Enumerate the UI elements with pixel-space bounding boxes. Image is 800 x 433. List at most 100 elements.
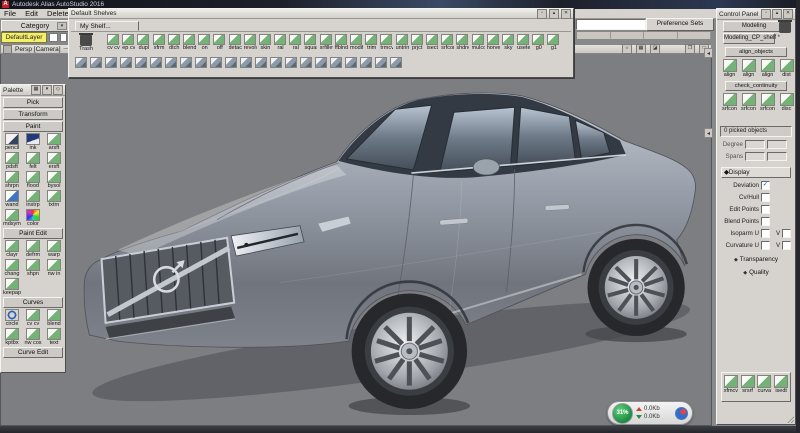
shelf-tool[interactable]: on xyxy=(198,34,211,51)
shelf-tool[interactable]: xfrm xyxy=(153,34,166,51)
spans-field-u[interactable] xyxy=(745,152,765,161)
palette-tool[interactable]: keepap xyxy=(3,278,21,296)
network-monitor-widget[interactable]: 31% 0.0Kb 0.0Kb xyxy=(607,401,693,425)
panel-collapse-arrow-icon[interactable]: ◂ xyxy=(704,48,713,58)
shelf-tool[interactable]: blend xyxy=(183,34,196,51)
shelf-close-icon[interactable]: ✕ xyxy=(561,9,571,19)
default-layer-chip[interactable]: DefaultLayer xyxy=(1,32,47,43)
palette-tool[interactable]: pencil xyxy=(3,133,21,151)
shelf-tool[interactable] xyxy=(390,57,402,68)
viewport-3d[interactable] xyxy=(0,44,712,426)
control-panel-collapse-icon[interactable]: ▴ xyxy=(772,9,782,19)
cp-tool[interactable]: align xyxy=(721,59,738,78)
palette-tool[interactable]: bysol xyxy=(45,171,63,189)
checkbox[interactable] xyxy=(761,229,770,238)
shelf-tool[interactable] xyxy=(165,57,177,68)
palette-tool[interactable]: defrm xyxy=(24,240,42,258)
check-continuity-tab[interactable]: check_continuity xyxy=(725,81,787,91)
shelf-tool[interactable] xyxy=(270,57,282,68)
shelf-tool[interactable] xyxy=(345,57,357,68)
control-panel-minimize-icon[interactable]: ▫ xyxy=(761,9,771,19)
shelf-tool[interactable] xyxy=(195,57,207,68)
degree-field-u[interactable] xyxy=(745,140,765,149)
shelf-tool[interactable] xyxy=(90,57,102,68)
palette-tab-pick[interactable]: Pick xyxy=(3,97,63,108)
resize-grip[interactable] xyxy=(787,416,794,423)
menu-item[interactable]: Delete xyxy=(47,9,69,18)
shelf-tool[interactable]: square xyxy=(304,34,317,51)
viewport-menu-icon[interactable] xyxy=(3,45,12,54)
shelf-tool[interactable] xyxy=(330,57,342,68)
shelf-tool[interactable] xyxy=(120,57,132,68)
palette-tool[interactable]: ersft xyxy=(45,152,63,170)
shelf-tool[interactable] xyxy=(75,57,87,68)
layer-visibility-checkbox[interactable] xyxy=(49,33,58,42)
picked-objects-bar[interactable]: 0 picked objects xyxy=(720,126,792,137)
shelf-tool[interactable]: untrim xyxy=(396,34,409,51)
cp-tool[interactable]: srsrf xyxy=(740,375,756,401)
control-panel-trash[interactable] xyxy=(778,22,792,36)
shelf-tool[interactable] xyxy=(105,57,117,68)
control-panel-close-icon[interactable]: ✕ xyxy=(783,9,793,19)
viewport-shade-icon[interactable]: ◪ xyxy=(650,44,660,54)
shelf-title-bar[interactable]: Default Shelves ▫ ▴ ✕ xyxy=(69,9,573,19)
cp-tool[interactable]: align xyxy=(740,59,757,78)
palette-tab-paint[interactable]: Paint xyxy=(3,121,63,132)
shelf-tool[interactable]: srfillet xyxy=(320,34,333,51)
palette-tool[interactable]: nw in xyxy=(45,259,63,277)
palette-tool[interactable]: nw cos xyxy=(24,328,42,346)
shelf-tool[interactable] xyxy=(240,57,252,68)
shelf-tool[interactable]: ep cv xyxy=(122,34,135,51)
palette-pin-icon[interactable]: ◇ xyxy=(53,85,63,95)
cp-tool[interactable]: srfcon xyxy=(721,93,738,112)
display-extra-item[interactable]: ◆Transparency xyxy=(717,256,795,263)
shelf-tool[interactable]: srfcon xyxy=(441,34,454,51)
shelf-tool[interactable] xyxy=(225,57,237,68)
palette-tool[interactable]: color xyxy=(24,209,42,227)
control-panel-menu-shelf[interactable]: Modeling_CP_shelf * xyxy=(723,33,775,44)
shelf-tool[interactable] xyxy=(285,57,297,68)
cp-tool[interactable]: srfcon xyxy=(759,93,776,112)
shelf-tool[interactable]: ffblnd xyxy=(335,34,348,51)
checkbox[interactable] xyxy=(761,205,770,214)
display-section-header[interactable]: ◆Display xyxy=(721,167,791,178)
cp-tool[interactable]: curva xyxy=(757,375,773,401)
chevron-down-icon[interactable]: ▾ xyxy=(57,22,67,30)
shelf-tool[interactable]: mulcol xyxy=(472,34,485,51)
cp-tool[interactable]: dist xyxy=(778,59,795,78)
shelf-tool[interactable]: g1 xyxy=(547,34,560,51)
cp-tool[interactable]: disc xyxy=(778,93,795,112)
preference-sets-button[interactable]: Preference Sets xyxy=(646,18,714,31)
align-objects-tab[interactable]: align_objects xyxy=(725,47,787,57)
palette-tool[interactable]: circle xyxy=(3,309,21,327)
prompt-line-input[interactable] xyxy=(576,19,646,30)
palette-tool[interactable]: instrp xyxy=(24,190,42,208)
palette-tool[interactable]: arsft xyxy=(45,133,63,151)
palette-tool[interactable]: shrpn xyxy=(3,171,21,189)
palette-tool[interactable]: wand xyxy=(3,190,21,208)
shelf-minimize-icon[interactable]: ▫ xyxy=(537,9,547,19)
palette-tool[interactable]: mdsym xyxy=(3,209,21,227)
category-dropdown[interactable]: Category ▾ xyxy=(1,20,69,32)
palette-tool[interactable]: pdsft xyxy=(3,152,21,170)
shelf-tool[interactable] xyxy=(315,57,327,68)
layer-extra-box[interactable] xyxy=(60,33,67,42)
palette-tool[interactable]: clayr xyxy=(3,240,21,258)
viewport-lamp-icon[interactable]: ☼ xyxy=(622,44,632,54)
palette-tool[interactable]: flood xyxy=(24,171,42,189)
shelf-tool[interactable]: skin xyxy=(259,34,272,51)
palette-tab-transform[interactable]: Transform xyxy=(3,109,63,120)
checkbox-v[interactable] xyxy=(782,229,791,238)
shelf-tool[interactable]: off xyxy=(213,34,226,51)
cp-tool[interactable]: isedt xyxy=(773,375,789,401)
shelf-tool[interactable] xyxy=(255,57,267,68)
shelf-tool[interactable]: detach xyxy=(229,34,242,51)
shelf-tool[interactable]: g0 xyxy=(532,34,545,51)
shelf-tool[interactable] xyxy=(360,57,372,68)
checkbox[interactable] xyxy=(761,241,770,250)
cp-tool[interactable]: srfcon xyxy=(740,93,757,112)
checkbox-v[interactable] xyxy=(782,241,791,250)
shelf-tool[interactable] xyxy=(300,57,312,68)
shelf-tool[interactable] xyxy=(375,57,387,68)
degree-field-v[interactable] xyxy=(767,140,787,149)
